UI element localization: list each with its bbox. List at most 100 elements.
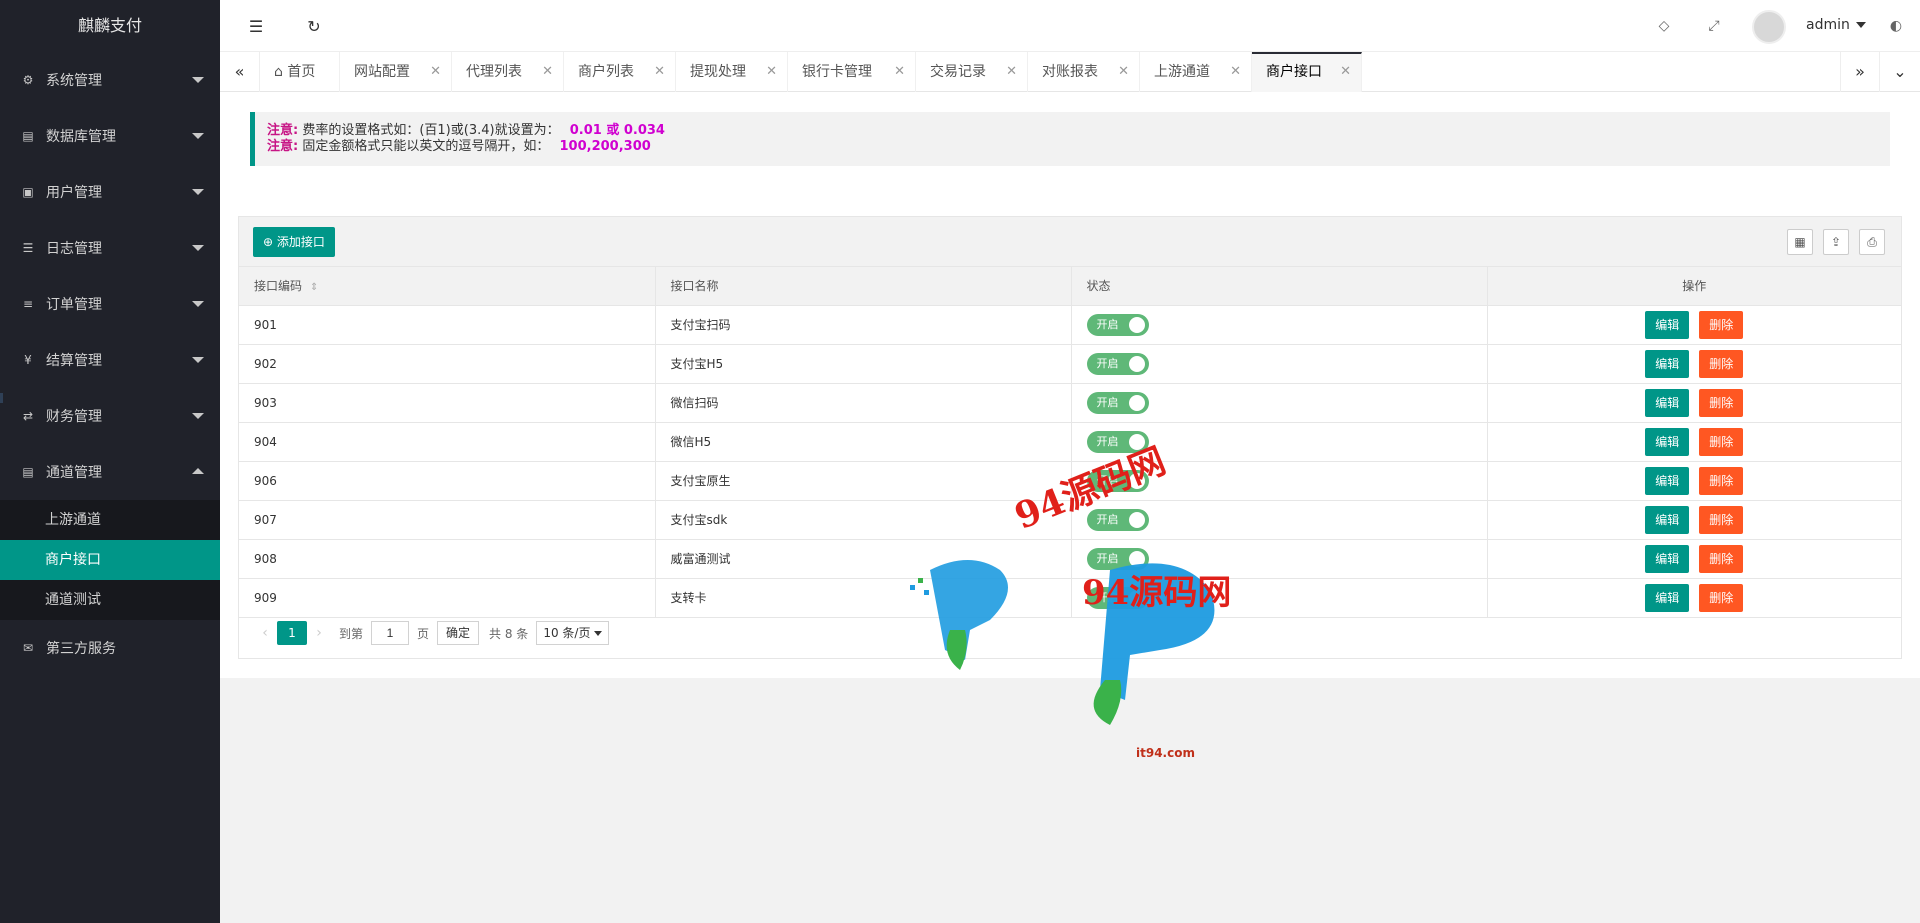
edit-button[interactable]: 编辑 (1645, 466, 1690, 495)
edit-button[interactable]: 编辑 (1645, 388, 1690, 417)
close-tab-icon[interactable]: ✕ (1118, 52, 1129, 92)
status-switch[interactable]: 开启 (1086, 508, 1149, 531)
tag-icon[interactable]: ◇ (1652, 14, 1676, 38)
status-switch[interactable]: 开启 (1086, 391, 1149, 414)
theme-icon[interactable]: ◐ (1884, 14, 1908, 38)
sidebar-item-label: 用户管理 (46, 185, 102, 201)
fullscreen-icon[interactable]: ⤢ (1702, 14, 1726, 38)
edit-button[interactable]: 编辑 (1645, 427, 1690, 456)
tabs-scroll-left-icon[interactable]: « (220, 52, 260, 92)
tab-0[interactable]: ⌂ 首页 (260, 52, 340, 92)
tab-6[interactable]: 交易记录 ✕ (916, 52, 1028, 92)
status-switch[interactable]: 开启 (1086, 430, 1149, 453)
tab-4[interactable]: 提现处理 ✕ (676, 52, 788, 92)
app-logo-title[interactable]: 麒麟支付 (0, 0, 220, 52)
sidebar-item-6[interactable]: ⇄ 财务管理 (0, 388, 220, 444)
tab-1[interactable]: 网站配置 ✕ (340, 52, 452, 92)
tab-label: 商户列表 (578, 64, 634, 80)
tab-3[interactable]: 商户列表 ✕ (564, 52, 676, 92)
add-interface-button[interactable]: ⊕ 添加接口 (253, 227, 335, 257)
edit-button[interactable]: 编辑 (1645, 544, 1690, 573)
user-menu[interactable]: admin (1806, 17, 1866, 33)
status-switch[interactable]: 开启 (1086, 352, 1149, 375)
close-tab-icon[interactable]: ✕ (1230, 52, 1241, 92)
close-tab-icon[interactable]: ✕ (1006, 52, 1017, 92)
print-icon[interactable]: ⎙ (1859, 229, 1885, 255)
sidebar-item-label: 结算管理 (46, 353, 102, 369)
sidebar-item-3[interactable]: ☰ 日志管理 (0, 220, 220, 276)
table-row: 906 支付宝原生 开启 编辑 删除 (239, 461, 1901, 501)
notice-label: 注意: (267, 123, 299, 138)
delete-button[interactable]: 删除 (1699, 505, 1744, 534)
switch-knob (1128, 394, 1145, 411)
sidebar-subitem-2[interactable]: 通道测试 (0, 580, 220, 620)
tab-7[interactable]: 对账报表 ✕ (1028, 52, 1140, 92)
export-icon[interactable]: ⇪ (1823, 229, 1849, 255)
table-header-row: 接口编码 ⇕ 接口名称 状态 操作 (239, 267, 1901, 306)
delete-button[interactable]: 删除 (1699, 388, 1744, 417)
tab-label: 提现处理 (690, 64, 746, 80)
delete-button[interactable]: 删除 (1699, 427, 1744, 456)
next-page-icon[interactable]: › (307, 625, 331, 641)
gear-icon: ⚙ (22, 73, 34, 87)
sidebar-item-1[interactable]: ▤ 数据库管理 (0, 108, 220, 164)
close-tab-icon[interactable]: ✕ (766, 52, 777, 92)
tab-2[interactable]: 代理列表 ✕ (452, 52, 564, 92)
cell-code: 901 (239, 305, 656, 345)
current-page[interactable]: 1 (277, 621, 307, 645)
close-tab-icon[interactable]: ✕ (1340, 54, 1351, 90)
edit-button[interactable]: 编辑 (1645, 505, 1690, 534)
delete-button[interactable]: 删除 (1699, 349, 1744, 378)
columns-filter-icon[interactable]: ▦ (1787, 229, 1813, 255)
chevron-down-icon (192, 301, 204, 307)
tabs-menu-chevron-down-icon[interactable]: ⌄ (1880, 52, 1920, 92)
page-number-input[interactable] (371, 621, 410, 645)
delete-button[interactable]: 删除 (1699, 544, 1744, 573)
cell-code: 903 (239, 383, 656, 423)
cell-name: 威富通测试 (655, 539, 1072, 579)
confirm-page-button[interactable]: 确定 (437, 621, 480, 645)
interface-table-card: ⊕ 添加接口 ▦ ⇪ ⎙ 接口编码 ⇕ 接口名称 状态 操作 901 支付宝扫码 开启… (238, 216, 1902, 659)
cell-actions: 编辑 删除 (1487, 305, 1901, 345)
edit-button[interactable]: 编辑 (1645, 310, 1690, 339)
close-tab-icon[interactable]: ✕ (654, 52, 665, 92)
status-switch[interactable]: 开启 (1086, 313, 1149, 336)
sidebar-subitem-0[interactable]: 上游通道 (0, 500, 220, 540)
total-count: 共 8 条 (489, 626, 529, 641)
switch-knob (1128, 589, 1145, 606)
close-tab-icon[interactable]: ✕ (894, 52, 905, 92)
close-tab-icon[interactable]: ✕ (430, 52, 441, 92)
status-switch[interactable]: 开启 (1086, 547, 1149, 570)
status-switch[interactable]: 开启 (1086, 469, 1149, 492)
sidebar-subitem-1[interactable]: 商户接口 (0, 540, 220, 580)
prev-page-icon[interactable]: ‹ (253, 625, 277, 641)
collapse-menu-icon[interactable]: ☰ (242, 12, 270, 40)
table-row: 904 微信H5 开启 编辑 删除 (239, 422, 1901, 462)
sidebar-item-0[interactable]: ⚙ 系统管理 (0, 52, 220, 108)
interface-table: 接口编码 ⇕ 接口名称 状态 操作 901 支付宝扫码 开启 编辑 删除 902 支付宝H5 开… (239, 267, 1901, 618)
edit-button[interactable]: 编辑 (1645, 349, 1690, 378)
refresh-icon[interactable]: ↻ (300, 12, 328, 40)
delete-button[interactable]: 删除 (1699, 466, 1744, 495)
tab-label: 上游通道 (1154, 64, 1210, 80)
cell-status: 开启 (1071, 500, 1488, 540)
sidebar-item-5[interactable]: ¥ 结算管理 (0, 332, 220, 388)
sidebar-item-7[interactable]: ▤ 通道管理 (0, 444, 220, 500)
avatar[interactable] (1752, 10, 1786, 44)
tab-8[interactable]: 上游通道 ✕ (1140, 52, 1252, 92)
tab-5[interactable]: 银行卡管理 ✕ (788, 52, 916, 92)
close-tab-icon[interactable]: ✕ (542, 52, 553, 92)
chevron-down-icon (192, 133, 204, 139)
table-row: 902 支付宝H5 开启 编辑 删除 (239, 344, 1901, 384)
column-header-code[interactable]: 接口编码 ⇕ (239, 267, 656, 306)
mail-icon: ✉ (22, 641, 34, 655)
per-page-select[interactable]: 10 条/页 (536, 621, 610, 645)
sort-icon[interactable]: ⇕ (310, 282, 318, 293)
sidebar-item-8[interactable]: ✉ 第三方服务 (0, 620, 220, 676)
sidebar-item-2[interactable]: ▣ 用户管理 (0, 164, 220, 220)
tab-9[interactable]: 商户接口 ✕ (1252, 52, 1362, 92)
tabs-scroll-right-icon[interactable]: » (1840, 52, 1880, 92)
delete-button[interactable]: 删除 (1699, 310, 1744, 339)
status-switch[interactable]: 开启 (1086, 586, 1149, 609)
sidebar-item-4[interactable]: ≡ 订单管理 (0, 276, 220, 332)
